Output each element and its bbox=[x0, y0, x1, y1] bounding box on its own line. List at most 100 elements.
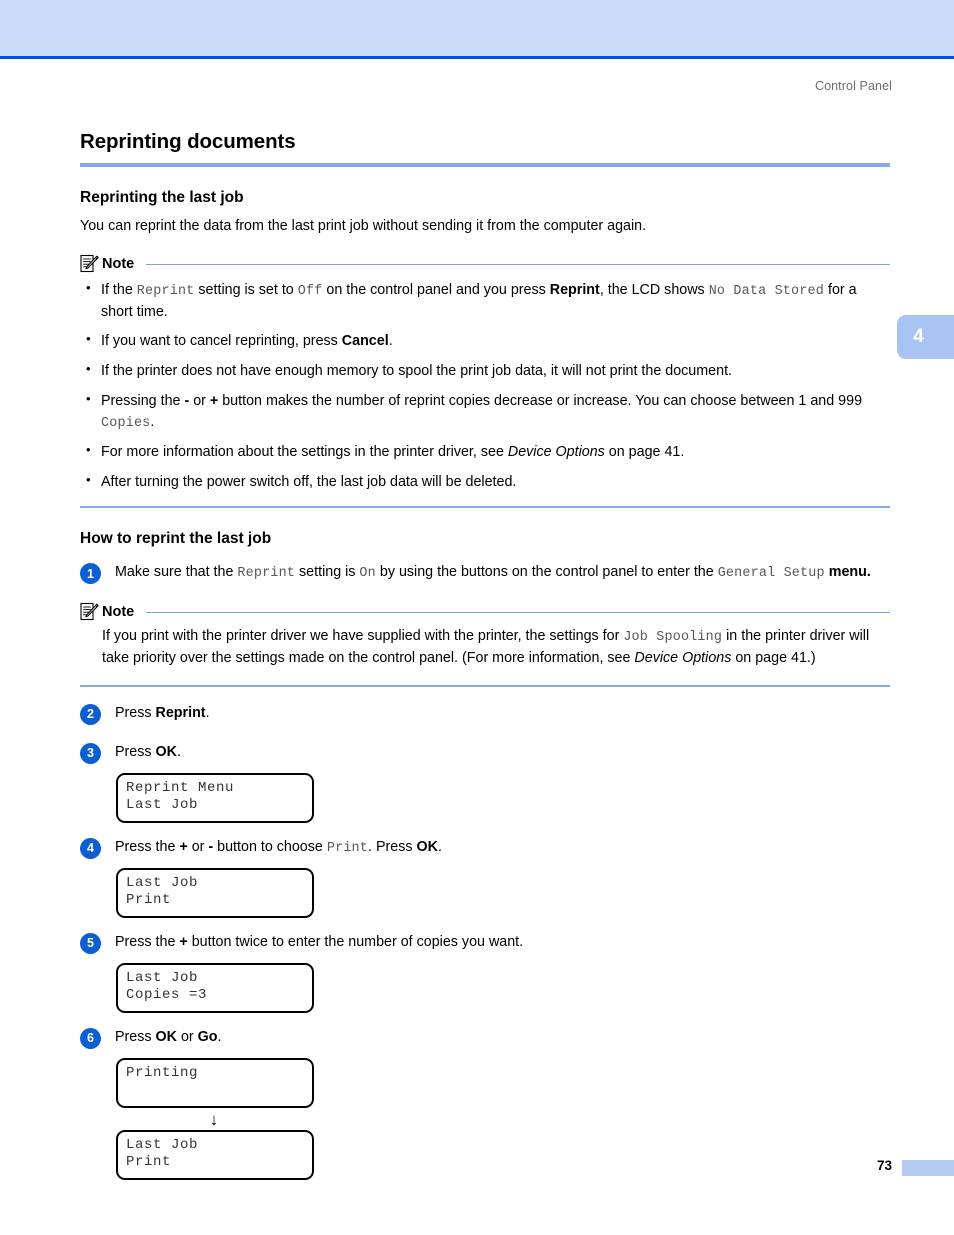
page-number: 73 bbox=[876, 1158, 892, 1173]
step-text: Press OK. bbox=[115, 742, 890, 763]
lcd-line: Last Job bbox=[126, 874, 199, 891]
note-rule-2 bbox=[146, 611, 890, 613]
text-run: Press the bbox=[115, 838, 180, 855]
text-run: button makes the number of reprint copie… bbox=[218, 392, 863, 409]
step-text: Press the + or - button to choose Print.… bbox=[115, 837, 890, 858]
note-bottom-rule-2 bbox=[80, 684, 890, 687]
running-header: Control Panel bbox=[814, 79, 892, 93]
text-run: After turning the power switch off, the … bbox=[101, 473, 517, 490]
step-item: 2 Press Reprint. bbox=[80, 703, 890, 725]
step-item: 6 Press OK or Go. bbox=[80, 1027, 890, 1049]
lcd-line: Printing bbox=[126, 1064, 199, 1081]
text-run: or bbox=[176, 1028, 198, 1045]
section1-intro: You can reprint the data from the last p… bbox=[80, 218, 647, 234]
footer-tab-block bbox=[902, 1160, 954, 1176]
note-bottom-rule-1 bbox=[80, 506, 890, 509]
text-run: . bbox=[150, 413, 155, 430]
step-number-badge: 1 bbox=[80, 563, 101, 585]
note-body-2: If you print with the printer driver we … bbox=[102, 626, 890, 668]
page-title: Reprinting documents bbox=[80, 130, 296, 153]
text-run: Press bbox=[115, 743, 156, 760]
flow-arrow-down-icon: ↓ bbox=[209, 1109, 219, 1129]
note-bullet: If you want to cancel reprinting, press … bbox=[80, 330, 890, 352]
note-rule-1 bbox=[146, 263, 890, 265]
lcd-term: On bbox=[359, 566, 376, 582]
lcd-term: Reprint bbox=[136, 284, 195, 300]
lcd-term: Reprint bbox=[237, 566, 296, 582]
lcd-line: Reprint Menu bbox=[126, 779, 235, 796]
text-run: Press bbox=[115, 704, 156, 721]
emphasis-bold: Go bbox=[197, 1028, 218, 1045]
note-bullet: After turning the power switch off, the … bbox=[80, 471, 890, 493]
page-content: Reprinting documents Reprinting the last… bbox=[80, 130, 890, 1180]
text-run: button to choose bbox=[213, 838, 327, 855]
page-top-banner bbox=[0, 0, 954, 59]
emphasis-bold: + bbox=[179, 838, 188, 855]
text-run: or bbox=[187, 838, 209, 855]
text-run: setting is set to bbox=[194, 282, 298, 299]
text-run: If you print with the printer driver we … bbox=[102, 628, 624, 645]
step-item: 1 Make sure that the Reprint setting is … bbox=[80, 562, 890, 585]
text-run: Press the bbox=[115, 933, 180, 950]
emphasis-bold: OK bbox=[416, 838, 438, 855]
step-text: Press the + button twice to enter the nu… bbox=[115, 932, 890, 953]
step-number-badge: 5 bbox=[80, 932, 101, 954]
lcd-line bbox=[126, 1082, 304, 1100]
chapter-tab: 4 bbox=[897, 315, 954, 359]
section-heading-how-to-reprint: How to reprint the last job bbox=[80, 530, 272, 548]
note-header-2: Note bbox=[80, 602, 890, 622]
lcd-term: Job Spooling bbox=[623, 630, 723, 646]
note-bullet: If the printer does not have enough memo… bbox=[80, 360, 890, 382]
emphasis-bold: Cancel bbox=[341, 333, 389, 350]
section-heading-reprinting-last-job: Reprinting the last job bbox=[80, 189, 244, 206]
chapter-tab-number: 4 bbox=[913, 326, 924, 347]
text-run: , the LCD shows bbox=[599, 282, 709, 299]
lcd-term: General Setup bbox=[717, 566, 825, 582]
text-run: For more information about the settings … bbox=[101, 444, 508, 461]
text-run: If you want to cancel reprinting, press bbox=[101, 333, 342, 350]
text-run: Make sure that the bbox=[115, 564, 238, 581]
step-text: Press Reprint. bbox=[115, 703, 890, 724]
note-label-1: Note bbox=[102, 256, 135, 273]
text-run: on page 41.) bbox=[731, 650, 816, 667]
text-run: . bbox=[205, 704, 210, 721]
text-run: by using the buttons on the control pane… bbox=[375, 564, 718, 581]
lcd-term: Print bbox=[326, 840, 369, 856]
lcd-line: Last Job bbox=[126, 797, 199, 814]
emphasis-bold: Reprint bbox=[549, 282, 600, 299]
note-bullet: For more information about the settings … bbox=[80, 441, 890, 463]
text-run: or bbox=[189, 392, 210, 409]
lcd-line: Last Job bbox=[126, 969, 199, 986]
text-run: If the printer does not have enough memo… bbox=[101, 363, 733, 380]
note-header-1: Note bbox=[80, 254, 890, 274]
text-run: Press bbox=[115, 1028, 156, 1045]
lcd-term: Copies bbox=[101, 415, 151, 431]
emphasis-italic: Device Options bbox=[634, 650, 732, 667]
note-bullet: If the Reprint setting is set to Off on … bbox=[80, 279, 890, 322]
text-run: Pressing the bbox=[101, 392, 185, 409]
note-label-2: Note bbox=[102, 604, 135, 621]
note-pencil-icon bbox=[80, 602, 99, 622]
lcd-line: Last Job bbox=[126, 1136, 199, 1153]
emphasis-bold: + bbox=[179, 933, 188, 950]
text-run: on page 41. bbox=[604, 444, 685, 461]
text-run: setting is bbox=[295, 564, 360, 581]
emphasis-bold: OK bbox=[155, 743, 177, 760]
text-run: . bbox=[388, 333, 393, 350]
lcd-display: Printing bbox=[116, 1057, 314, 1108]
step-item: 4 Press the + or - button to choose Prin… bbox=[80, 837, 890, 859]
step-text: Make sure that the Reprint setting is On… bbox=[115, 562, 890, 583]
text-run: . bbox=[217, 1028, 222, 1045]
lcd-display: Reprint Menu Last Job bbox=[116, 772, 314, 823]
title-rule bbox=[80, 163, 890, 167]
step-text: Press OK or Go. bbox=[115, 1027, 890, 1048]
text-run: . bbox=[437, 838, 442, 855]
step-number-badge: 2 bbox=[80, 703, 101, 725]
lcd-line: Print bbox=[126, 892, 172, 909]
step-item: 5 Press the + button twice to enter the … bbox=[80, 932, 890, 954]
step-number-badge: 3 bbox=[80, 742, 101, 764]
lcd-line: Copies =3 bbox=[126, 987, 208, 1004]
lcd-display: Last Job Print bbox=[116, 867, 314, 918]
text-run: . Press bbox=[368, 838, 417, 855]
emphasis-italic: Device Options bbox=[507, 444, 605, 461]
